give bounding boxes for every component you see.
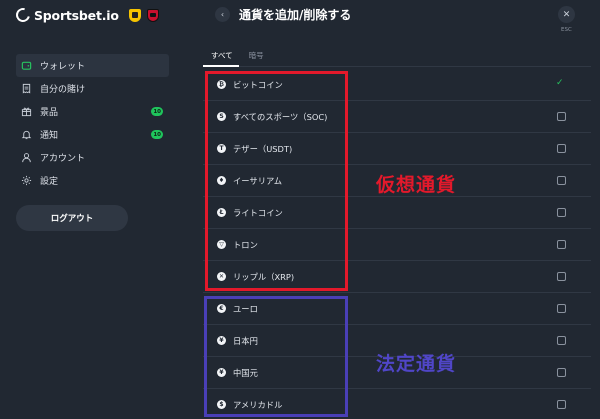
user-icon	[21, 152, 32, 163]
flamengo-crest-icon	[146, 8, 159, 22]
sidebar-item-label: 通知	[40, 131, 59, 141]
tab-crypto[interactable]: 暗号	[249, 50, 264, 67]
notifications-count-badge: 10	[151, 130, 163, 139]
currency-checkbox[interactable]	[557, 336, 566, 345]
gear-icon	[21, 175, 32, 186]
close-button[interactable]: ✕	[558, 6, 575, 23]
brand-logo[interactable]: Sportsbet.io	[13, 5, 159, 25]
wallet-icon	[21, 60, 32, 71]
brand-name: Sportsbet.io	[34, 7, 119, 23]
prizes-count-badge: 10	[151, 107, 163, 116]
currency-checkbox[interactable]	[557, 208, 566, 217]
esc-hint: ESC	[561, 27, 572, 33]
currency-checkbox[interactable]	[557, 400, 566, 409]
watford-crest-icon	[128, 8, 141, 22]
crypto-highlight-box	[205, 71, 348, 291]
currency-checkbox[interactable]	[557, 240, 566, 249]
page-title: 通貨を追加/削除する	[239, 8, 352, 22]
sidebar-item-label: 自分の賭け	[40, 85, 86, 95]
bell-icon	[21, 129, 32, 140]
tab-divider	[203, 66, 591, 67]
chevron-left-icon: ‹	[220, 10, 225, 19]
sidebar-item-wallet[interactable]: ウォレット	[16, 54, 169, 77]
sidebar: Sportsbet.io ウォレット 自分の賭け 景品 10 通知 10 アカウ…	[0, 0, 180, 419]
sidebar-item-label: アカウント	[40, 154, 86, 164]
crypto-annotation-label: 仮想通貨	[376, 174, 457, 196]
fiat-highlight-box	[204, 296, 348, 417]
currency-checkbox[interactable]	[557, 304, 566, 313]
active-tab-indicator	[203, 65, 239, 67]
sportsbet-logo-icon	[13, 5, 33, 25]
sidebar-item-prizes[interactable]: 景品 10	[16, 100, 169, 123]
logout-button[interactable]: ログアウト	[16, 205, 128, 231]
currency-checkbox[interactable]	[557, 144, 566, 153]
fiat-annotation-label: 法定通貨	[376, 353, 457, 375]
sidebar-item-notifications[interactable]: 通知 10	[16, 123, 169, 146]
back-button[interactable]: ‹	[215, 7, 230, 22]
currency-checkbox[interactable]	[557, 112, 566, 121]
sidebar-item-label: ウォレット	[40, 62, 86, 72]
currency-checkbox[interactable]	[557, 272, 566, 281]
gift-icon	[21, 106, 32, 117]
receipt-icon	[21, 83, 32, 94]
sidebar-item-settings[interactable]: 設定	[16, 169, 169, 192]
close-icon: ✕	[562, 9, 571, 20]
sidebar-item-label: 設定	[40, 177, 59, 187]
sidebar-item-account[interactable]: アカウント	[16, 146, 169, 169]
currency-checkbox[interactable]	[557, 368, 566, 377]
currency-checkbox[interactable]	[557, 176, 566, 185]
sidebar-item-my-bets[interactable]: 自分の賭け	[16, 77, 169, 100]
sidebar-nav: ウォレット 自分の賭け 景品 10 通知 10 アカウント 設定	[16, 54, 169, 192]
sidebar-item-label: 景品	[40, 108, 59, 118]
checkmark-icon[interactable]: ✓	[556, 78, 564, 88]
